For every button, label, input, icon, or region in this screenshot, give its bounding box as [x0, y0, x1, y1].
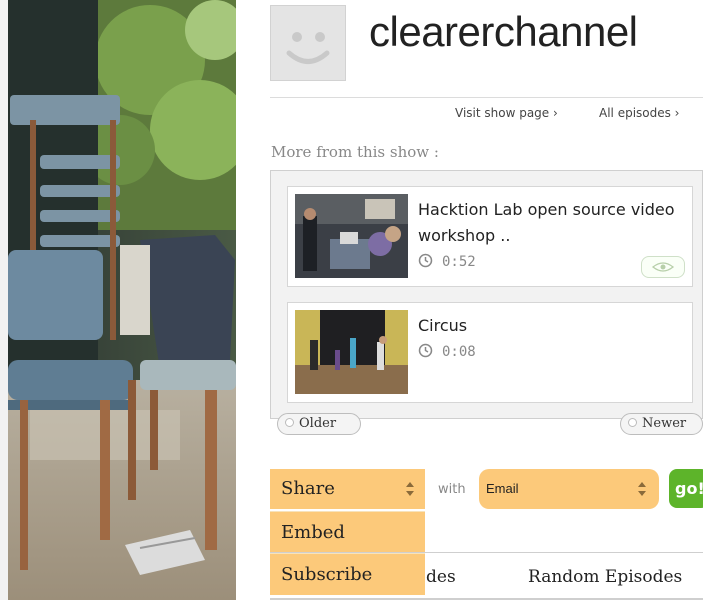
- episode-title[interactable]: Circus: [418, 313, 688, 339]
- share-dropdown[interactable]: Share: [270, 469, 425, 509]
- go-button[interactable]: go!: [669, 469, 703, 508]
- with-label: with: [438, 482, 466, 497]
- episode-card[interactable]: Hacktion Lab open source video workshop …: [287, 186, 693, 287]
- episode-duration: 0:52: [418, 253, 476, 270]
- share-selected-label: Share: [281, 478, 335, 499]
- more-from-show-heading: More from this show :: [271, 143, 439, 161]
- episode-card[interactable]: Circus 0:08: [287, 302, 693, 403]
- clock-icon: [418, 253, 433, 268]
- episode-duration: 0:08: [418, 343, 476, 360]
- view-episode-button[interactable]: [641, 256, 685, 278]
- menu-item-embed[interactable]: Embed: [270, 511, 425, 553]
- smiley-face-icon: [286, 32, 330, 64]
- channel-title[interactable]: clearerchannel: [369, 8, 638, 56]
- episode-thumbnail[interactable]: [295, 310, 408, 394]
- newer-label: Newer: [642, 416, 687, 431]
- video-player[interactable]: [0, 0, 236, 600]
- radio-dot-icon: [628, 418, 637, 427]
- clock-icon: [418, 343, 433, 358]
- menu-item-subscribe[interactable]: Subscribe: [270, 553, 425, 595]
- older-label: Older: [299, 416, 337, 431]
- episode-thumbnail[interactable]: [295, 194, 408, 278]
- visit-show-page-link[interactable]: Visit show page ›: [455, 106, 558, 120]
- video-frame-image: [0, 0, 236, 600]
- episode-title[interactable]: Hacktion Lab open source video workshop …: [418, 197, 688, 249]
- tab-partial[interactable]: des: [426, 567, 456, 587]
- tab-random-episodes[interactable]: Random Episodes: [528, 567, 682, 587]
- share-options-menu: Embed Subscribe: [270, 511, 425, 595]
- share-method-label: Email: [486, 481, 519, 496]
- older-button[interactable]: Older: [277, 413, 361, 435]
- channel-avatar[interactable]: [270, 5, 346, 81]
- all-episodes-link[interactable]: All episodes ›: [599, 106, 679, 120]
- header-divider: [270, 97, 703, 98]
- eye-icon: [651, 262, 675, 272]
- newer-button[interactable]: Newer: [620, 413, 703, 435]
- episode-duration-text: 0:52: [442, 254, 476, 270]
- updown-arrows-icon: [406, 482, 414, 496]
- share-method-dropdown[interactable]: Email: [479, 469, 659, 509]
- tabs-divider: [270, 552, 703, 553]
- radio-dot-icon: [285, 418, 294, 427]
- updown-arrows-icon: [638, 482, 646, 496]
- episode-duration-text: 0:08: [442, 344, 476, 360]
